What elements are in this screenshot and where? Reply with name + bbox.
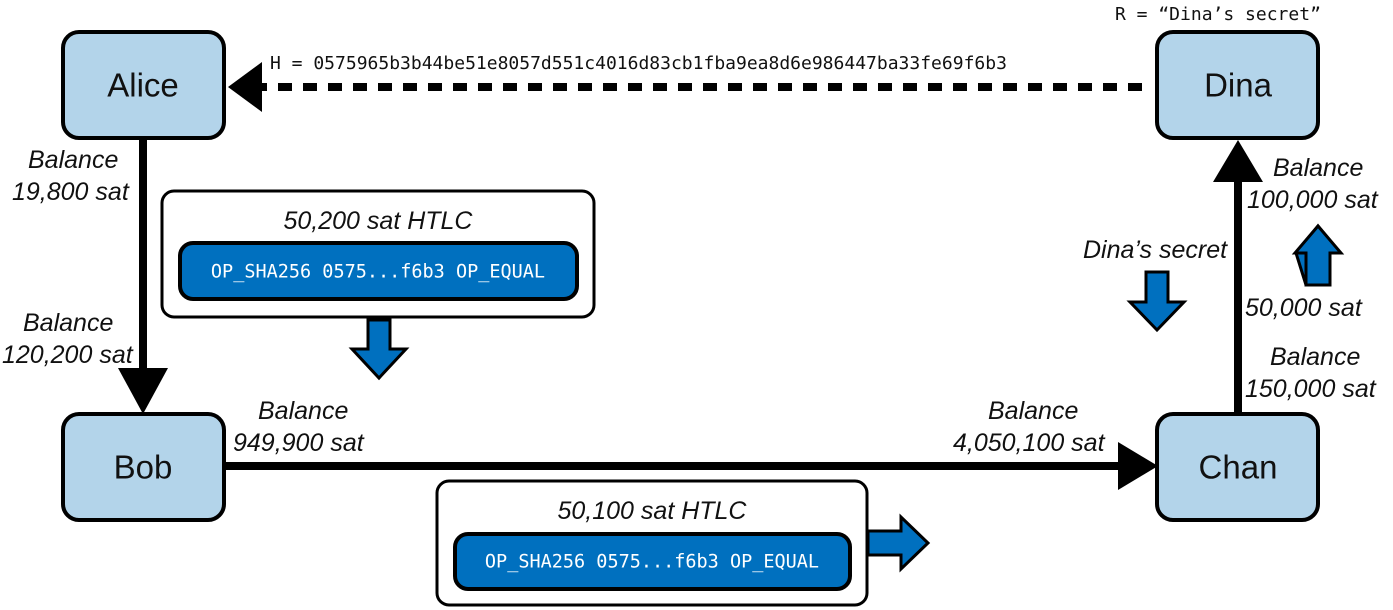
bob-balance-value-bc: 949,900 sat	[233, 429, 365, 457]
bob-balance-title-bc: Balance	[258, 397, 348, 425]
chan-balance-title-cd: Balance	[1270, 343, 1360, 371]
alice-balance-value: 19,800 sat	[12, 178, 130, 206]
chan-balance-title-bc: Balance	[988, 397, 1078, 425]
chan-balance-value-cd: 150,000 sat	[1245, 375, 1377, 403]
bob-balance-value-ab: 120,200 sat	[2, 341, 134, 369]
payment-diagram: Alice Bob Chan Dina H = 0575965b3b44be51…	[2, 4, 1379, 607]
arrowhead-to-dina	[1213, 140, 1263, 182]
node-alice-label: Alice	[107, 67, 179, 104]
htlc-1-title: 50,200 sat HTLC	[284, 207, 474, 235]
bob-balance-title-ab: Balance	[23, 309, 113, 337]
htlc-2-title: 50,100 sat HTLC	[558, 497, 748, 525]
node-alice[interactable]: Alice	[61, 30, 226, 140]
hash-label: H = 0575965b3b44be51e8057d551c4016d83cb1…	[270, 53, 1007, 74]
node-chan[interactable]: Chan	[1155, 412, 1320, 522]
node-bob-label: Bob	[114, 449, 173, 486]
alice-balance-title: Balance	[28, 146, 118, 174]
htlc-box-1: 50,200 sat HTLC OP_SHA256 0575...f6b3 OP…	[160, 189, 596, 319]
transfer-amount: 50,000 sat	[1245, 294, 1363, 322]
node-dina-label: Dina	[1204, 67, 1273, 104]
down-arrow-icon	[1126, 270, 1188, 333]
node-chan-label: Chan	[1199, 449, 1278, 486]
node-dina[interactable]: Dina	[1155, 30, 1320, 140]
htlc-box-2: 50,100 sat HTLC OP_SHA256 0575...f6b3 OP…	[435, 479, 869, 607]
htlc-1-script: OP_SHA256 0575...f6b3 OP_EQUAL	[211, 262, 545, 283]
arrowhead-to-alice	[228, 62, 262, 112]
dina-balance-value: 100,000 sat	[1247, 186, 1379, 214]
node-bob[interactable]: Bob	[61, 412, 226, 522]
right-arrow-icon	[866, 513, 931, 573]
secret-flow-label: Dina’s secret	[1083, 236, 1228, 264]
down-arrow-icon	[348, 318, 410, 381]
secret-label: R = “Dina’s secret”	[1115, 4, 1321, 25]
htlc-2-script: OP_SHA256 0575...f6b3 OP_EQUAL	[485, 552, 819, 573]
dina-balance-title: Balance	[1273, 154, 1363, 182]
arrowhead-to-chan	[1118, 442, 1158, 490]
arrowhead-to-bob	[118, 368, 168, 414]
chan-balance-value-bc: 4,050,100 sat	[953, 429, 1106, 457]
